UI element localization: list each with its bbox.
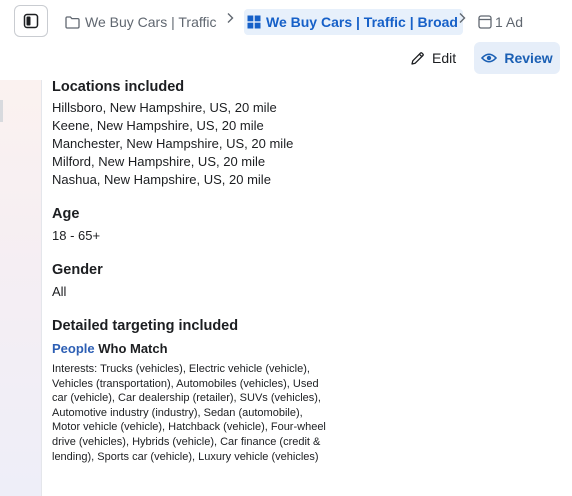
people-word: People xyxy=(52,341,95,356)
chevron-right-icon xyxy=(458,12,466,27)
detailed-targeting-section: Detailed targeting included People Who M… xyxy=(52,317,552,464)
breadcrumb-campaign-label: We Buy Cars | Traffic xyxy=(85,14,217,30)
locations-heading: Locations included xyxy=(52,79,185,95)
breadcrumb-ad-set[interactable]: We Buy Cars | Traffic | Broad xyxy=(244,9,463,35)
sidebar-toggle-button[interactable] xyxy=(14,5,48,37)
side-panel-indicator xyxy=(0,100,3,122)
sidebar-toggle-icon xyxy=(23,13,39,29)
pencil-icon xyxy=(410,51,425,66)
review-label: Review xyxy=(504,50,553,66)
location-item: Keene, New Hampshire, US, 20 mile xyxy=(52,118,264,133)
gender-heading: Gender xyxy=(52,262,103,278)
interests-list: Interests: Trucks (vehicles), Electric v… xyxy=(52,363,326,463)
review-button[interactable]: Review xyxy=(474,42,560,74)
ad-icon xyxy=(478,15,492,29)
breadcrumb-ads[interactable]: 1 Ad xyxy=(478,10,523,34)
age-value: 18 - 65+ xyxy=(52,228,101,243)
who-match-label: Who Match xyxy=(94,341,168,356)
breadcrumb-ads-label: 1 Ad xyxy=(495,14,524,30)
folder-icon xyxy=(65,15,80,29)
top-bar: We Buy Cars | Traffic We Buy Cars | Traf… xyxy=(0,0,572,80)
chevron-right-icon xyxy=(226,12,234,27)
gender-section: Gender All xyxy=(52,261,552,301)
breadcrumb-campaign[interactable]: We Buy Cars | Traffic xyxy=(65,10,217,34)
targeting-summary: Locations included Hillsboro, New Hampsh… xyxy=(52,78,552,480)
locations-list: Hillsboro, New Hampshire, US, 20 mile Ke… xyxy=(52,99,552,189)
age-heading: Age xyxy=(52,206,80,222)
divider xyxy=(41,80,42,496)
location-item: Hillsboro, New Hampshire, US, 20 mile xyxy=(52,100,277,115)
location-item: Manchester, New Hampshire, US, 20 mile xyxy=(52,136,294,151)
locations-section: Locations included Hillsboro, New Hampsh… xyxy=(52,78,552,189)
edit-label: Edit xyxy=(432,50,457,66)
eye-icon xyxy=(481,52,498,64)
location-item: Nashua, New Hampshire, US, 20 mile xyxy=(52,172,271,187)
age-section: Age 18 - 65+ xyxy=(52,205,552,245)
location-item: Milford, New Hampshire, US, 20 mile xyxy=(52,154,266,169)
breadcrumb-ad-set-label: We Buy Cars | Traffic | Broad xyxy=(266,14,458,30)
side-panel xyxy=(0,80,41,496)
grid-icon xyxy=(247,15,261,29)
gender-value: All xyxy=(52,284,67,299)
detailed-targeting-heading: Detailed targeting included xyxy=(52,318,239,334)
people-who-match: People Who Match xyxy=(52,340,552,358)
edit-button[interactable]: Edit xyxy=(404,42,462,74)
